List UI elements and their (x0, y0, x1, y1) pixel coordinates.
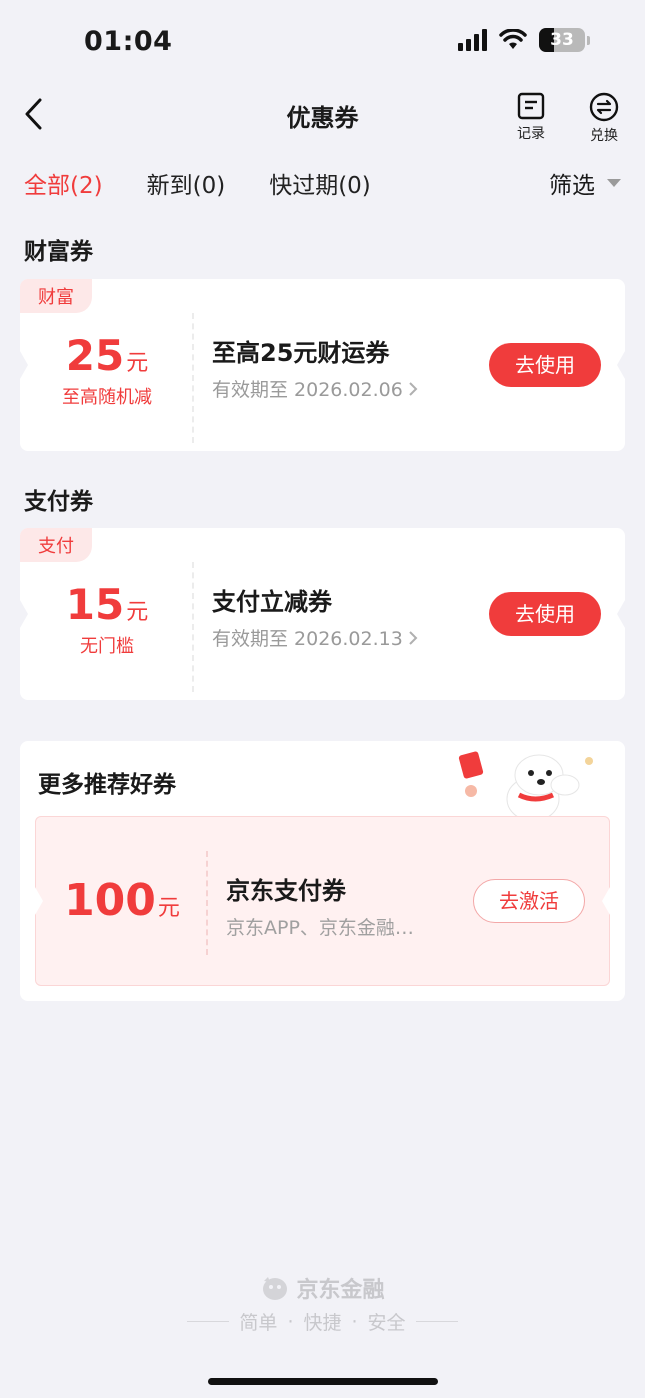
coupon-validity: 有效期至 2026.02.13 (212, 628, 403, 650)
jd-finance-logo-icon (263, 1277, 288, 1300)
coupon-divider (192, 313, 194, 443)
recommend-card: 更多推荐好券 100元 京东支付券 京东APP、京东金融… 去激活 (20, 741, 625, 1001)
recommended-coupon: 100元 京东支付券 京东APP、京东金融… 去激活 (35, 816, 610, 986)
slogan-line-right (415, 1321, 458, 1322)
filter-button[interactable]: 筛选 (549, 166, 621, 200)
coupon-name: 支付立减券 (212, 588, 332, 616)
amount-unit: 元 (157, 896, 180, 921)
coupon-condition: 无门槛 (80, 636, 134, 657)
home-indicator[interactable] (208, 1378, 438, 1385)
coupon-description: 京东APP、京东金融… (226, 917, 414, 939)
coupon-name: 京东支付券 (226, 877, 346, 905)
tab-all[interactable]: 全部(2) (24, 166, 103, 200)
wealth-coupon-card: 财富 25元 至高随机减 至高25元财运券 有效期至 2026.02.06 去使… (20, 279, 625, 451)
slogan-dot: · (351, 1310, 358, 1333)
footer-brand: 京东金融 (0, 1272, 645, 1304)
section-title-wealth: 财富券 (24, 239, 93, 265)
slogan-word: 简单 (239, 1312, 278, 1334)
tab-new[interactable]: 新到(0) (147, 166, 226, 200)
coupon-divider (206, 851, 208, 955)
coupon-validity: 有效期至 2026.02.06 (212, 379, 403, 401)
amount-value: 100 (64, 875, 156, 926)
filter-label: 筛选 (549, 173, 595, 199)
slogan-line-left (187, 1321, 230, 1322)
slogan-dot: · (287, 1310, 294, 1333)
battery-level: 33 (550, 30, 574, 50)
mascot-illustration (458, 751, 593, 822)
slogan-word: 安全 (367, 1312, 406, 1334)
amount-unit: 元 (126, 600, 149, 625)
records-label: 记录 (517, 126, 545, 142)
coupon-amount: 25元 (20, 331, 194, 380)
exchange-button[interactable]: 兑换 (579, 92, 629, 145)
coupon-condition: 至高随机减 (62, 387, 152, 408)
chevron-right-icon (409, 381, 418, 396)
coupon-tag: 财富 (20, 279, 92, 313)
records-icon (517, 92, 545, 120)
section-title-payment: 支付券 (24, 489, 93, 515)
coupon-validity-link[interactable]: 有效期至 2026.02.06 (212, 375, 419, 402)
chevron-right-icon (409, 630, 418, 645)
recommend-title: 更多推荐好券 (38, 772, 176, 798)
battery-cap (587, 35, 590, 45)
coupon-validity-link[interactable]: 有效期至 2026.02.13 (212, 624, 419, 651)
records-button[interactable]: 记录 (506, 92, 556, 143)
status-time: 01:04 (84, 26, 173, 57)
amount-unit: 元 (126, 351, 149, 376)
coupon-name: 至高25元财运券 (212, 339, 390, 367)
tab-expiring[interactable]: 快过期(0) (269, 166, 371, 200)
coupon-divider (192, 562, 194, 692)
coupon-amount: 100元 (36, 875, 208, 926)
exchange-label: 兑换 (590, 128, 618, 144)
slogan-word: 快捷 (303, 1312, 342, 1334)
coupon-amount: 15元 (20, 580, 194, 629)
cellular-signal-icon (458, 29, 487, 51)
payment-coupon-card: 支付 15元 无门槛 支付立减券 有效期至 2026.02.13 去使用 (20, 528, 625, 700)
exchange-icon (589, 92, 619, 122)
footer-brand-name: 京东金融 (296, 1278, 385, 1303)
use-coupon-button[interactable]: 去使用 (489, 592, 601, 636)
wifi-icon (499, 29, 527, 49)
amount-value: 25 (65, 331, 125, 380)
use-coupon-button[interactable]: 去使用 (489, 343, 601, 387)
coupon-tag: 支付 (20, 528, 92, 562)
caret-down-icon (607, 179, 621, 187)
status-icons: 33 (458, 28, 590, 52)
footer-slogan: 简单 · 快捷 · 安全 (0, 1308, 645, 1335)
amount-value: 15 (65, 580, 125, 629)
battery-icon: 33 (539, 28, 585, 52)
coupon-tabs: 全部(2) 新到(0) 快过期(0) (24, 166, 371, 200)
activate-coupon-button[interactable]: 去激活 (473, 879, 585, 923)
